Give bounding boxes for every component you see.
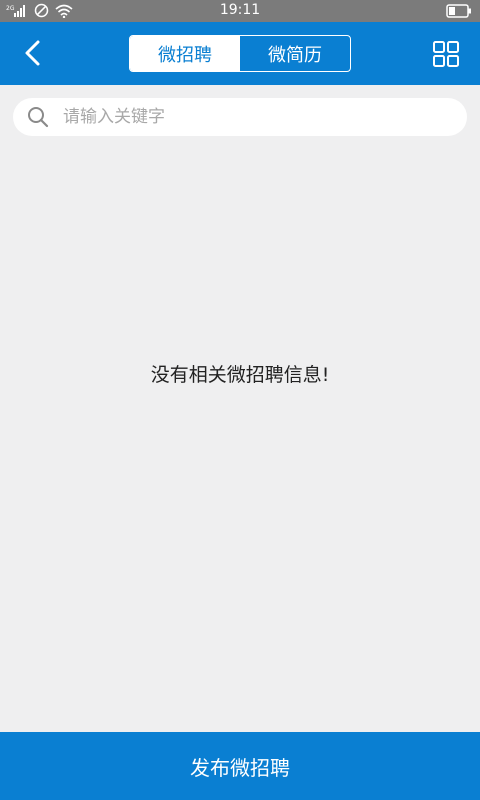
back-button[interactable] [18, 37, 48, 69]
empty-state-message: 没有相关微招聘信息! [150, 364, 330, 386]
publish-button-label: 发布微招聘 [190, 755, 290, 780]
top-nav-bar: 微招聘 微简历 [0, 22, 480, 85]
publish-recruitment-button[interactable]: 发布微招聘 [0, 732, 480, 800]
tab-micro-recruitment[interactable]: 微招聘 [130, 36, 240, 71]
tab-switcher: 微招聘 微简历 [129, 35, 351, 72]
battery-icon [446, 4, 472, 22]
search-input[interactable] [61, 106, 421, 128]
tab-micro-resume[interactable]: 微简历 [240, 36, 350, 71]
chevron-left-icon [25, 40, 40, 66]
search-icon [28, 107, 49, 128]
status-bar: 2G 19:11 [0, 0, 480, 22]
grid-icon [433, 41, 459, 67]
status-time: 19:11 [219, 2, 261, 18]
menu-grid-button[interactable] [432, 40, 460, 68]
search-bar [13, 98, 467, 136]
